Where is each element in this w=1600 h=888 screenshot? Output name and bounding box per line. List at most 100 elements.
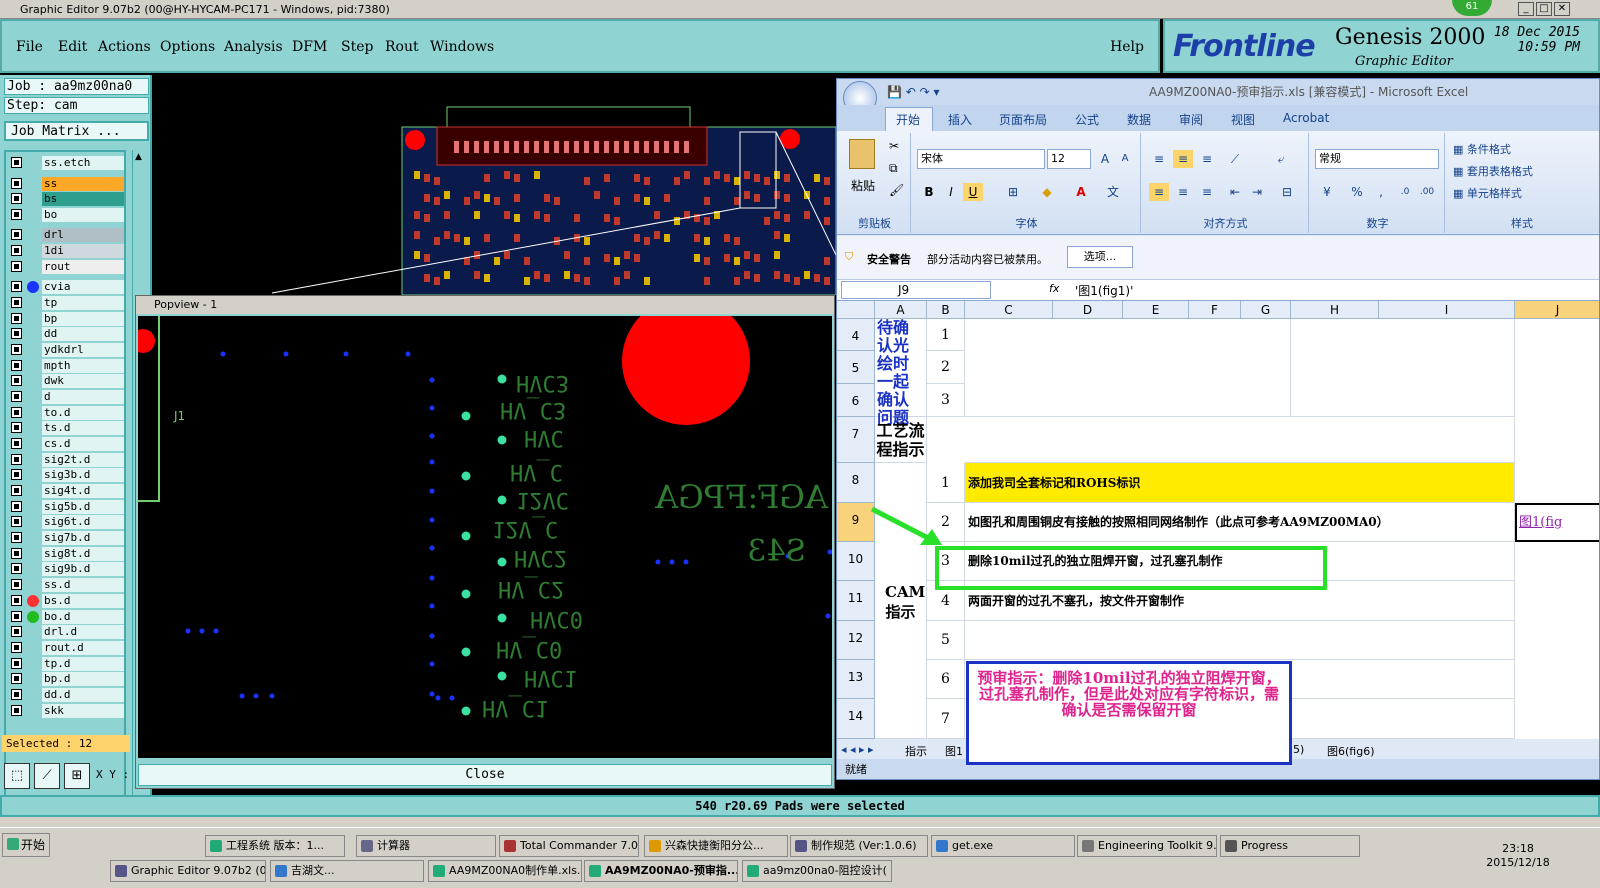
align-bottom-icon[interactable]: ≡ (1197, 150, 1217, 168)
column-header-E[interactable]: E (1123, 301, 1189, 319)
bold-icon[interactable]: B (919, 183, 939, 201)
layer-checkbox[interactable] (11, 391, 22, 402)
increase-decimal-icon[interactable]: .0 (1395, 183, 1415, 201)
start-button[interactable]: 开始 (2, 833, 50, 857)
comma-icon[interactable]: , (1371, 183, 1391, 201)
layer-dwk[interactable]: dwk (8, 374, 124, 388)
menu-dfm[interactable]: DFM (292, 39, 327, 55)
tool-select-icon[interactable]: ⬚ (4, 763, 30, 789)
layer-rout[interactable]: rout (8, 260, 124, 274)
layer-checkbox[interactable] (11, 454, 22, 465)
layer-bp-d[interactable]: bp.d (8, 672, 124, 686)
cell-b-num[interactable]: 3 (927, 384, 965, 417)
column-header-B[interactable]: B (927, 301, 965, 319)
column-header-G[interactable]: G (1241, 301, 1291, 319)
menu-options[interactable]: Options (160, 39, 215, 55)
name-box[interactable]: J9 (841, 281, 991, 299)
currency-icon[interactable]: ¥ (1317, 183, 1337, 201)
layer-mpth[interactable]: mpth (8, 359, 124, 373)
layer-drl[interactable]: drl (8, 228, 124, 242)
layer-ts-d[interactable]: ts.d (8, 421, 124, 435)
sheet-nav-icon[interactable]: ◂ ◂ ▸ ▸ (841, 743, 874, 756)
cell-c12[interactable] (965, 621, 1515, 660)
italic-icon[interactable]: I (941, 183, 961, 201)
layer-checkbox[interactable] (11, 485, 22, 496)
indent-decrease-icon[interactable]: ⇤ (1225, 183, 1245, 201)
layer-sig5b-d[interactable]: sig5b.d (8, 500, 124, 514)
font-size-box[interactable]: 12 (1047, 149, 1091, 169)
layer-bp[interactable]: bp (8, 312, 124, 326)
column-header-I[interactable]: I (1379, 301, 1515, 319)
cell-b-num[interactable]: 7 (927, 699, 965, 739)
decrease-decimal-icon[interactable]: .00 (1417, 183, 1437, 201)
layer-dd[interactable]: dd (8, 327, 124, 341)
layer-rout-d[interactable]: rout.d (8, 641, 124, 655)
layer-bo-d[interactable]: bo.d (8, 610, 124, 624)
layer-checkbox[interactable] (11, 375, 22, 386)
taskbar-item[interactable]: get.exe (931, 835, 1075, 857)
menu-analysis[interactable]: Analysis (224, 39, 283, 55)
excel-title-bar[interactable]: 💾 ↶ ↷ ▾ AA9MZ00NA0-预审指示.xls [兼容模式] - Mic… (837, 79, 1600, 105)
cell-b-num[interactable]: 2 (927, 351, 965, 384)
menu-file[interactable]: File (16, 39, 43, 55)
layer-checkbox[interactable] (11, 344, 22, 355)
tab-acrobat[interactable]: Acrobat (1283, 111, 1329, 125)
sheet-tab-2[interactable]: 5) (1293, 743, 1304, 756)
layer-checkbox[interactable] (11, 705, 22, 716)
layer-checkbox[interactable] (11, 626, 22, 637)
layer-checkbox[interactable] (11, 438, 22, 449)
row-header-14[interactable]: 14 (837, 699, 875, 739)
taskbar-item[interactable]: aa9mz00na0-阻控设计( (742, 860, 892, 882)
layer-checkbox[interactable] (11, 673, 22, 684)
border-icon[interactable]: ⊞ (1003, 183, 1023, 201)
taskbar-item[interactable]: 制作规范 (Ver:1.0.6) (790, 835, 928, 857)
grow-font-icon[interactable]: A (1095, 150, 1115, 168)
row-header-12[interactable]: 12 (837, 621, 875, 660)
layer-checkbox[interactable] (11, 548, 22, 559)
shrink-font-icon[interactable]: A (1115, 150, 1135, 168)
layer-cs-d[interactable]: cs.d (8, 437, 124, 451)
column-header-F[interactable]: F (1189, 301, 1241, 319)
taskbar-item[interactable]: 计算器 (356, 835, 496, 857)
layer-checkbox[interactable] (11, 563, 22, 574)
layer-checkbox[interactable] (11, 579, 22, 590)
layer-checkbox[interactable] (11, 209, 22, 220)
column-header-A[interactable]: A (875, 301, 927, 319)
layer-checkbox[interactable] (11, 229, 22, 240)
tool-grid-icon[interactable]: ⊞ (64, 763, 90, 789)
options-button[interactable]: 选项... (1067, 246, 1133, 268)
row-header-7[interactable]: 7 (837, 417, 875, 463)
layer-checkbox[interactable] (11, 328, 22, 339)
taskbar-item[interactable]: 工程系统 版本：1... (205, 835, 345, 857)
cell-b-num[interactable]: 1 (927, 319, 965, 351)
cell-a-block1[interactable]: 待确认光绘时一起确认问题 (875, 319, 927, 417)
select-all-corner[interactable] (837, 301, 875, 319)
align-left-icon[interactable]: ≡ (1149, 183, 1169, 201)
layer-checkbox[interactable] (11, 689, 22, 700)
pcb-canvas[interactable] (152, 75, 836, 295)
layer-sig7b-d[interactable]: sig7b.d (8, 531, 124, 545)
row-header-5[interactable]: 5 (837, 351, 875, 384)
close-window-button[interactable]: ✕ (1554, 2, 1570, 16)
layer-tp[interactable]: tp (8, 296, 124, 310)
layer-checkbox[interactable] (11, 193, 22, 204)
layer-sig9b-d[interactable]: sig9b.d (8, 562, 124, 576)
layer-ss-d[interactable]: ss.d (8, 578, 124, 592)
layer-checkbox[interactable] (11, 157, 22, 168)
paste-icon[interactable] (849, 139, 875, 169)
layer-checkbox[interactable] (11, 532, 22, 543)
cell-c9[interactable]: 如图孔和周围铜皮有接触的按照相同网络制作（此点可参考AA9MZ00MA0） (965, 503, 1515, 542)
layer-sig8t-d[interactable]: sig8t.d (8, 547, 124, 561)
align-middle-icon[interactable]: ≡ (1173, 150, 1193, 168)
layer-checkbox[interactable] (11, 261, 22, 272)
layer-sig3b-d[interactable]: sig3b.d (8, 468, 124, 482)
layer-dd-d[interactable]: dd.d (8, 688, 124, 702)
column-header-J[interactable]: J (1515, 301, 1600, 319)
cell-styles-button[interactable]: ▦ 单元格样式 (1453, 185, 1522, 201)
row-header-13[interactable]: 13 (837, 660, 875, 699)
layer-checkbox[interactable] (11, 245, 22, 256)
tool-measure-icon[interactable]: ⟋ (34, 763, 60, 789)
layer-list[interactable]: ss.etch ss bs bo drl 1di rout cvia tp bp dd ydkdrl m… (4, 150, 126, 800)
layer-ydkdrl[interactable]: ydkdrl (8, 343, 124, 357)
layer-skk[interactable]: skk (8, 704, 124, 718)
